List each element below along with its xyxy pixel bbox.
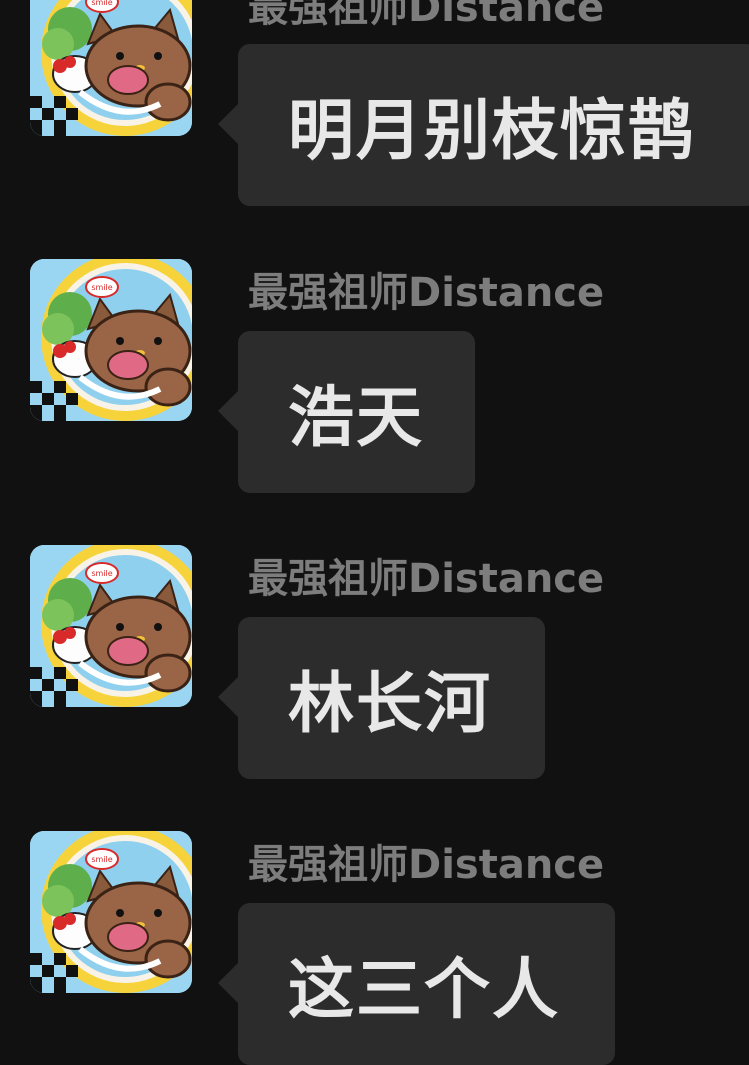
message-text: 浩天 (288, 379, 424, 456)
avatar[interactable]: smile (30, 545, 192, 707)
svg-text:smile: smile (91, 569, 112, 578)
hello-kitty-avatar-icon: smile (30, 0, 192, 136)
message-text: 这三个人 (288, 951, 560, 1028)
hello-kitty-avatar-icon: smile (30, 545, 192, 707)
message-bubble[interactable]: 这三个人 (218, 903, 615, 1065)
svg-text:smile: smile (91, 0, 112, 7)
sender-name: 最强祖师Distance (248, 0, 605, 31)
message-bubble[interactable]: 林长河 (218, 617, 545, 779)
message-text: 明月别枝惊鹊 (288, 92, 696, 169)
sender-name: 最强祖师Distance (248, 556, 605, 602)
avatar[interactable]: smile (30, 259, 192, 421)
message-text: 林长河 (288, 665, 492, 742)
avatar[interactable]: smile (30, 831, 192, 993)
hello-kitty-avatar-icon: smile (30, 259, 192, 421)
hello-kitty-avatar-icon: smile (30, 831, 192, 993)
svg-text:smile: smile (91, 283, 112, 292)
message-bubble[interactable]: 浩天 (218, 331, 475, 493)
sender-name: 最强祖师Distance (248, 270, 605, 316)
avatar[interactable]: smile (30, 0, 192, 136)
message-bubble[interactable]: 明月别枝惊鹊 (218, 44, 749, 206)
sender-name: 最强祖师Distance (248, 842, 605, 888)
svg-text:smile: smile (91, 855, 112, 864)
